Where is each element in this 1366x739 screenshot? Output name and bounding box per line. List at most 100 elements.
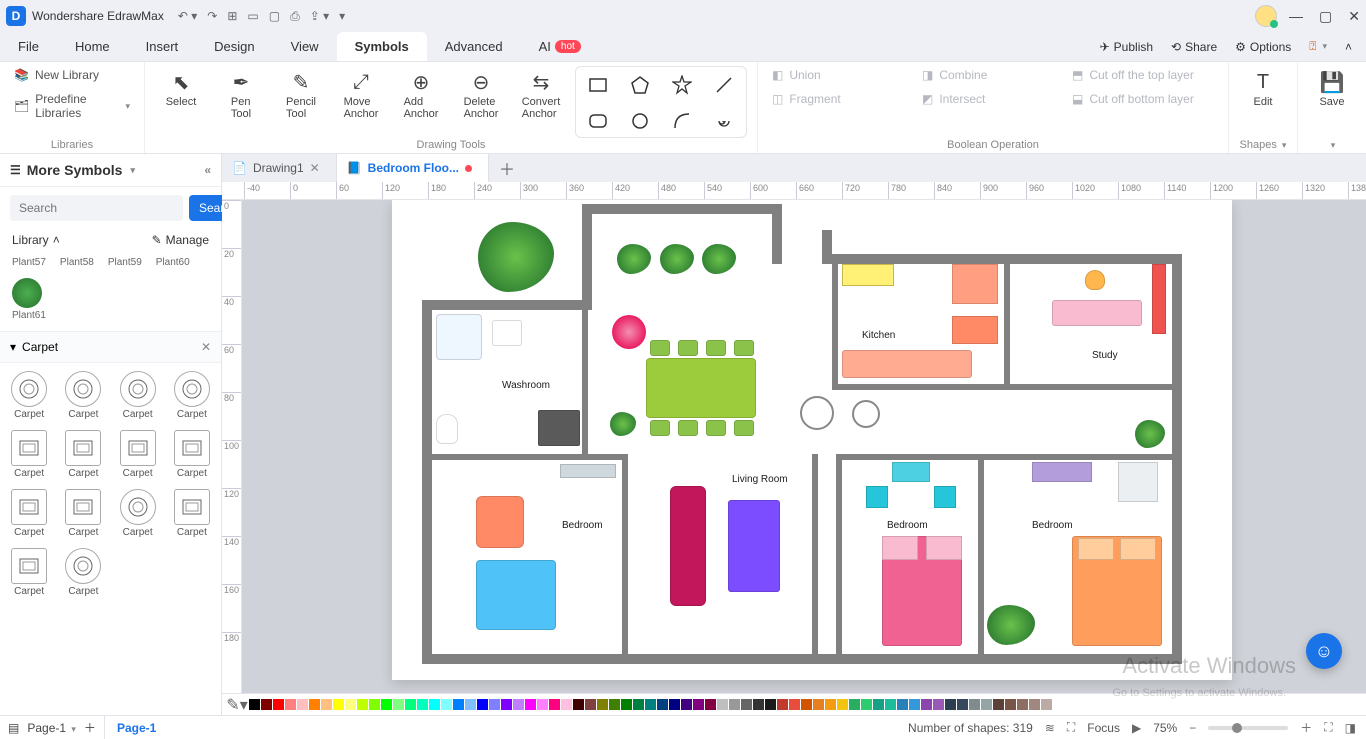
union-button[interactable]: ◧ Union xyxy=(768,66,918,84)
color-swatch[interactable] xyxy=(597,699,608,710)
carpet-item[interactable]: Carpet xyxy=(58,489,108,538)
menu-advanced[interactable]: Advanced xyxy=(427,32,521,61)
color-swatch[interactable] xyxy=(405,699,416,710)
pages-icon[interactable]: ▤ xyxy=(8,721,19,735)
color-swatch[interactable] xyxy=(741,699,752,710)
color-swatch[interactable] xyxy=(1017,699,1028,710)
menu-view[interactable]: View xyxy=(273,32,337,61)
plant-thumbnail[interactable] xyxy=(12,278,42,308)
chevron-up-icon[interactable]: ˄ xyxy=(53,233,60,247)
shape-line[interactable] xyxy=(708,71,740,99)
color-swatch[interactable] xyxy=(633,699,644,710)
color-swatch[interactable] xyxy=(1041,699,1052,710)
color-swatch[interactable] xyxy=(873,699,884,710)
color-swatch[interactable] xyxy=(909,699,920,710)
carpet-item[interactable]: Carpet xyxy=(167,371,217,420)
color-swatch[interactable] xyxy=(681,699,692,710)
color-swatch[interactable] xyxy=(465,699,476,710)
plant-item[interactable]: Plant57 xyxy=(12,257,46,268)
publish-button[interactable]: ✈ Publish xyxy=(1100,40,1153,54)
color-swatch[interactable] xyxy=(513,699,524,710)
color-swatch[interactable] xyxy=(249,699,260,710)
zoom-out-icon[interactable]: − xyxy=(1189,721,1196,735)
color-swatch[interactable] xyxy=(789,699,800,710)
qat-more-icon[interactable]: ▾ xyxy=(339,9,345,24)
color-swatch[interactable] xyxy=(753,699,764,710)
color-swatch[interactable] xyxy=(801,699,812,710)
color-swatch[interactable] xyxy=(765,699,776,710)
color-swatch[interactable] xyxy=(309,699,320,710)
new-library-button[interactable]: 📚 New Library xyxy=(10,66,134,84)
close-button[interactable]: ✕ xyxy=(1348,8,1360,25)
color-swatch[interactable] xyxy=(933,699,944,710)
color-swatch[interactable] xyxy=(441,699,452,710)
doc-tab[interactable]: 📄 Drawing1 ✕ xyxy=(222,154,337,182)
color-swatch[interactable] xyxy=(585,699,596,710)
shape-spiral[interactable] xyxy=(708,107,740,135)
color-swatch[interactable] xyxy=(453,699,464,710)
save-button[interactable]: 💾 Save xyxy=(1308,66,1356,108)
color-swatch[interactable] xyxy=(477,699,488,710)
color-swatch[interactable] xyxy=(357,699,368,710)
color-swatch[interactable] xyxy=(825,699,836,710)
fragment-button[interactable]: ◫ Fragment xyxy=(768,90,918,108)
plant-item[interactable]: Plant58 xyxy=(60,257,94,268)
color-swatch[interactable] xyxy=(813,699,824,710)
fit-icon[interactable]: ⛶ xyxy=(1067,720,1075,735)
move-anchor-tool[interactable]: ⤢Move Anchor xyxy=(335,66,387,120)
plant-item[interactable]: Plant60 xyxy=(156,257,190,268)
color-swatch[interactable] xyxy=(957,699,968,710)
carpet-item[interactable]: Carpet xyxy=(113,371,163,420)
close-section-icon[interactable]: ✕ xyxy=(201,340,211,354)
color-swatch[interactable] xyxy=(849,699,860,710)
color-swatch[interactable] xyxy=(537,699,548,710)
color-swatch[interactable] xyxy=(501,699,512,710)
add-page-button[interactable]: ＋ xyxy=(84,719,96,736)
delete-anchor-tool[interactable]: ⊖Delete Anchor xyxy=(455,66,507,120)
carpet-item[interactable]: Carpet xyxy=(4,430,54,479)
select-tool[interactable]: ⬉Select xyxy=(155,66,207,108)
section-header[interactable]: ▾ Carpet ✕ xyxy=(0,331,221,363)
color-swatch[interactable] xyxy=(717,699,728,710)
menu-symbols[interactable]: Symbols xyxy=(337,32,427,61)
shape-pentagon[interactable] xyxy=(624,71,656,99)
print-icon[interactable]: ⎙ xyxy=(290,9,300,24)
page-tab[interactable]: Page-1 xyxy=(105,721,168,735)
cut-top-button[interactable]: ⬒ Cut off the top layer xyxy=(1068,66,1218,84)
menu-insert[interactable]: Insert xyxy=(128,32,197,61)
layers-icon[interactable]: ≋ xyxy=(1045,721,1055,735)
new-icon[interactable]: ⊞ xyxy=(227,9,237,24)
zoom-slider[interactable] xyxy=(1208,726,1288,730)
carpet-item[interactable]: Carpet xyxy=(58,371,108,420)
color-swatch[interactable] xyxy=(885,699,896,710)
color-swatch[interactable] xyxy=(1029,699,1040,710)
color-swatch[interactable] xyxy=(861,699,872,710)
plant-item[interactable]: Plant59 xyxy=(108,257,142,268)
menu-design[interactable]: Design xyxy=(196,32,272,61)
shape-circle[interactable] xyxy=(624,107,656,135)
carpet-item[interactable]: Carpet xyxy=(58,548,108,597)
carpet-item[interactable]: Carpet xyxy=(4,489,54,538)
maximize-button[interactable]: ▢ xyxy=(1319,8,1332,25)
hamburger-icon[interactable]: ☰ xyxy=(10,163,21,177)
close-tab-icon[interactable]: ✕ xyxy=(310,161,320,175)
predefine-libraries-button[interactable]: 🗂 Predefine Libraries▾ xyxy=(10,90,134,122)
carpet-item[interactable]: Carpet xyxy=(4,371,54,420)
color-swatch[interactable] xyxy=(417,699,428,710)
color-swatch[interactable] xyxy=(621,699,632,710)
shape-rect[interactable] xyxy=(582,71,614,99)
color-swatch[interactable] xyxy=(969,699,980,710)
shape-roundrect[interactable] xyxy=(582,107,614,135)
color-swatch[interactable] xyxy=(669,699,680,710)
color-swatch[interactable] xyxy=(945,699,956,710)
shape-arc[interactable] xyxy=(666,107,698,135)
options-button[interactable]: ⚙ Options xyxy=(1235,40,1291,54)
combine-button[interactable]: ◨ Combine xyxy=(918,66,1068,84)
color-swatch[interactable] xyxy=(837,699,848,710)
redo-icon[interactable]: ↷ xyxy=(207,9,217,24)
manage-button[interactable]: ✎ Manage xyxy=(152,233,209,247)
color-swatch[interactable] xyxy=(525,699,536,710)
menu-ai[interactable]: AIhot xyxy=(521,32,599,61)
color-swatch[interactable] xyxy=(321,699,332,710)
color-swatch[interactable] xyxy=(429,699,440,710)
